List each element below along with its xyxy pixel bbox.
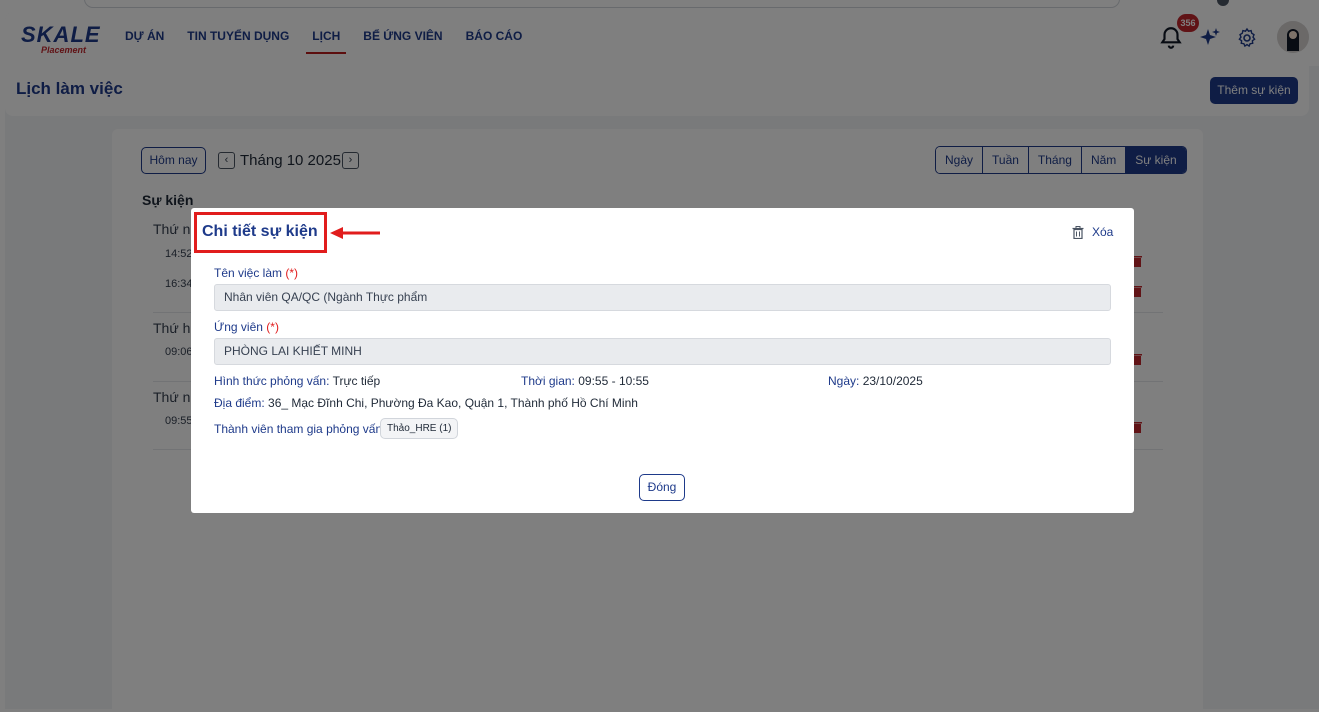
interview-location: Địa điểm: 36_ Mạc Đĩnh Chi, Phường Đa Ka… xyxy=(214,396,638,410)
arrow-annotation-icon xyxy=(330,227,380,239)
required-marker: (*) xyxy=(266,320,279,334)
delete-label: Xóa xyxy=(1092,225,1114,239)
interview-type-label: Hình thức phỏng vấn: xyxy=(214,374,330,388)
modal-title: Chi tiết sự kiện xyxy=(202,223,318,240)
close-button[interactable]: Đóng xyxy=(639,474,685,501)
interview-time: Thời gian: 09:55 - 10:55 xyxy=(521,374,649,388)
interview-date: Ngày: 23/10/2025 xyxy=(828,374,923,388)
job-field-label: Tên việc làm (*) xyxy=(214,266,298,280)
trash-icon xyxy=(1072,225,1084,239)
member-chip[interactable]: Thảo_HRE (1) xyxy=(380,418,459,439)
interview-type-value: Trực tiếp xyxy=(332,374,381,388)
required-marker: (*) xyxy=(285,266,299,280)
event-detail-modal: Chi tiết sự kiện Xóa Tên việc làm (*) Nh… xyxy=(191,208,1134,513)
members-label: Thành viên tham gia phỏng vấn: xyxy=(214,422,386,436)
location-value: 36_ Mạc Đĩnh Chi, Phường Đa Kao, Quận 1,… xyxy=(268,396,638,410)
job-label-text: Tên việc làm xyxy=(214,266,283,280)
time-value: 09:55 - 10:55 xyxy=(578,374,649,388)
location-label: Địa điểm: xyxy=(214,396,265,410)
time-label: Thời gian: xyxy=(521,374,575,388)
delete-button[interactable]: Xóa xyxy=(1072,225,1113,239)
candidate-field-label: Ứng viên (*) xyxy=(214,320,279,334)
date-value: 23/10/2025 xyxy=(862,374,923,388)
candidate-field[interactable]: PHÒNG LAI KHIẾT MINH xyxy=(214,338,1111,365)
date-label: Ngày: xyxy=(828,374,860,388)
interview-type: Hình thức phỏng vấn: Trực tiếp xyxy=(214,374,380,388)
job-field[interactable]: Nhân viên QA/QC (Ngành Thực phẩm xyxy=(214,284,1111,311)
candidate-label-text: Ứng viên xyxy=(214,320,263,334)
